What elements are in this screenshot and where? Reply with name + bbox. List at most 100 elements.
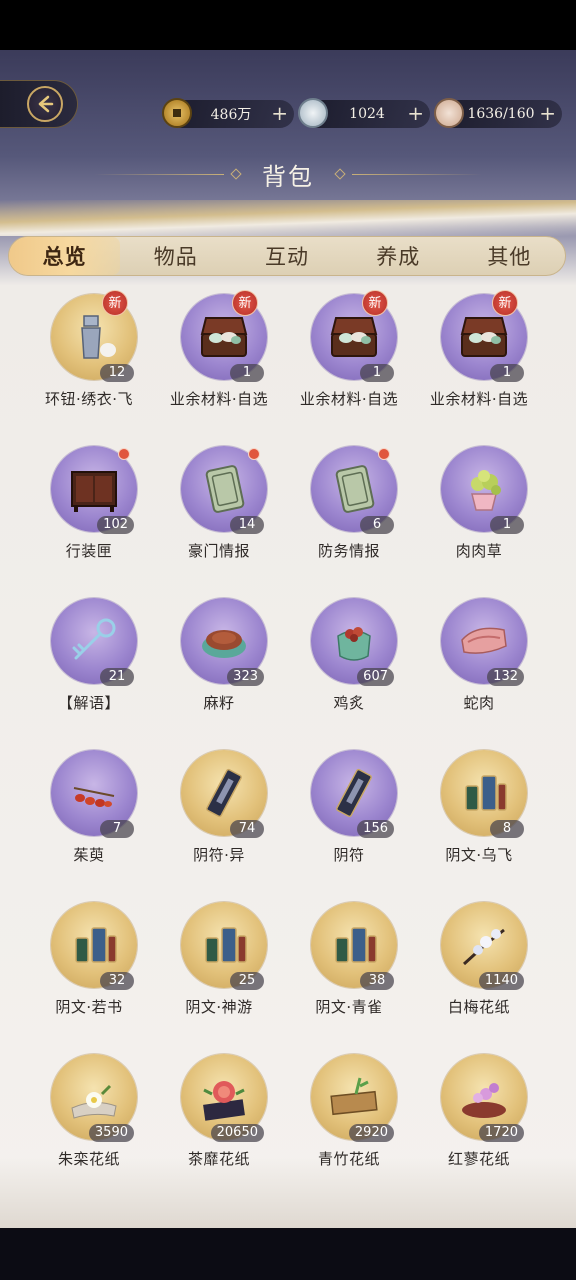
inventory-item[interactable]: 6 防务情报 <box>284 444 414 560</box>
inventory-item[interactable]: 新 12 环钮·绣衣·飞 <box>24 290 154 408</box>
white-flower-icon <box>66 1072 122 1122</box>
key-icon <box>66 616 122 666</box>
treasure-chest-icon <box>196 312 252 362</box>
item-count: 14 <box>230 516 264 534</box>
inventory-item[interactable]: 607 鸡炙 <box>284 596 414 712</box>
item-count: 1 <box>490 364 524 382</box>
inventory-item[interactable]: 25 阴文·神游 <box>154 900 284 1016</box>
item-name: 阴符·异 <box>193 846 245 864</box>
item-name: 朱栾花纸 <box>57 1150 120 1168</box>
item-count: 1720 <box>478 1124 524 1142</box>
item-count: 21 <box>100 668 134 686</box>
item-name: 防务情报 <box>317 542 380 560</box>
currency-coin: 486万 + <box>162 98 294 128</box>
item-count: 38 <box>360 972 394 990</box>
thread-spools-icon <box>326 920 382 970</box>
currency-jade: 1024 + <box>298 98 430 128</box>
navigation-bar-area <box>0 1228 576 1280</box>
item-name: 红蓼花纸 <box>447 1150 510 1168</box>
item-name: 蛇肉 <box>463 694 495 712</box>
item-count: 8 <box>490 820 524 838</box>
divider <box>352 173 482 175</box>
category-tabs: 总览 物品 互动 养成 其他 <box>8 236 566 276</box>
item-count: 1 <box>360 364 394 382</box>
item-count: 6 <box>360 516 394 534</box>
food-pouch-icon <box>326 616 382 666</box>
item-name: 业余材料·自选 <box>429 390 529 408</box>
treasure-chest-icon <box>326 312 382 362</box>
plum-blossom-icon <box>456 920 512 970</box>
add-coin-button[interactable]: + <box>271 101 288 125</box>
inventory-item[interactable]: 1140 白梅花纸 <box>414 900 544 1016</box>
inventory-item[interactable]: 3590 朱栾花纸 <box>24 1052 154 1168</box>
inventory-item[interactable]: 132 蛇肉 <box>414 596 544 712</box>
item-name: 阴符 <box>333 846 365 864</box>
inventory-item[interactable]: 新 1 业余材料·自选 <box>284 290 414 408</box>
item-name: 阴文·青雀 <box>315 998 383 1016</box>
item-name: 麻籽 <box>203 694 235 712</box>
decorative-band <box>0 200 576 236</box>
inventory-grid: 新 12 环钮·绣衣·飞 新 1 业余材料·自选 新 1 业余材料·自选 新 1 业余材料·自选 102… <box>24 290 552 1168</box>
item-name: 鸡炙 <box>333 694 365 712</box>
inventory-item[interactable]: 2920 青竹花纸 <box>284 1052 414 1168</box>
inventory-item[interactable]: 32 阴文·若书 <box>24 900 154 1016</box>
inventory-item[interactable]: 14 豪门情报 <box>154 444 284 560</box>
pink-flower-icon <box>456 1072 512 1122</box>
item-name: 茱萸 <box>73 846 105 864</box>
item-count: 1 <box>230 364 264 382</box>
item-name: 肉肉草 <box>455 542 503 560</box>
tab-overview[interactable]: 总览 <box>9 237 121 275</box>
add-jade-button[interactable]: + <box>407 101 424 125</box>
item-count: 607 <box>357 668 394 686</box>
diamond-ornament-icon <box>334 168 346 180</box>
jade-tablet-icon <box>326 464 382 514</box>
back-button[interactable] <box>0 80 78 128</box>
inventory-item[interactable]: 20650 茶靡花纸 <box>154 1052 284 1168</box>
new-badge: 新 <box>232 290 258 316</box>
inventory-item[interactable]: 38 阴文·青雀 <box>284 900 414 1016</box>
item-count: 156 <box>357 820 394 838</box>
new-badge: 新 <box>492 290 518 316</box>
inventory-item[interactable]: 21 【解语】 <box>24 596 154 712</box>
notification-dot-icon <box>118 448 130 460</box>
tab-items[interactable]: 物品 <box>120 237 231 275</box>
item-count: 132 <box>487 668 524 686</box>
add-stamina-button[interactable]: + <box>539 101 556 125</box>
item-count: 323 <box>227 668 264 686</box>
back-arrow-icon <box>27 86 63 122</box>
inventory-item[interactable]: 323 麻籽 <box>154 596 284 712</box>
tab-cultivation[interactable]: 养成 <box>343 237 454 275</box>
inventory-item[interactable]: 1720 红蓼花纸 <box>414 1052 544 1168</box>
status-bar-area <box>0 0 576 50</box>
seed-bowl-icon <box>196 616 252 666</box>
item-count: 74 <box>230 820 264 838</box>
item-name: 行装匣 <box>65 542 113 560</box>
bamboo-scroll-icon <box>326 1072 382 1122</box>
red-flower-icon <box>196 1072 252 1122</box>
diamond-ornament-icon <box>230 168 242 180</box>
inventory-item[interactable]: 新 1 业余材料·自选 <box>414 290 544 408</box>
item-name: 业余材料·自选 <box>299 390 399 408</box>
inventory-item[interactable]: 1 肉肉草 <box>414 444 544 560</box>
currency-stamina: 1636/160 + <box>434 98 562 128</box>
cabinet-icon <box>66 464 122 514</box>
item-name: 阴文·神游 <box>185 998 253 1016</box>
item-count: 1140 <box>478 972 524 990</box>
item-name: 白梅花纸 <box>447 998 510 1016</box>
item-name: 茶靡花纸 <box>187 1150 250 1168</box>
item-name: 环钮·绣衣·飞 <box>44 390 134 408</box>
tab-other[interactable]: 其他 <box>454 237 565 275</box>
tab-interaction[interactable]: 互动 <box>231 237 342 275</box>
item-count: 20650 <box>210 1124 264 1142</box>
page-title: 背包 <box>262 162 314 191</box>
inventory-item[interactable]: 74 阴符·异 <box>154 748 284 864</box>
inventory-item[interactable]: 7 茱萸 <box>24 748 154 864</box>
inventory-item[interactable]: 156 阴符 <box>284 748 414 864</box>
inventory-item[interactable]: 新 1 业余材料·自选 <box>154 290 284 408</box>
thread-spools-icon <box>196 920 252 970</box>
inventory-item[interactable]: 102 行装匣 <box>24 444 154 560</box>
item-name: 阴文·乌飞 <box>445 846 513 864</box>
item-count: 102 <box>97 516 134 534</box>
inventory-item[interactable]: 8 阴文·乌飞 <box>414 748 544 864</box>
jade-tablet-icon <box>196 464 252 514</box>
